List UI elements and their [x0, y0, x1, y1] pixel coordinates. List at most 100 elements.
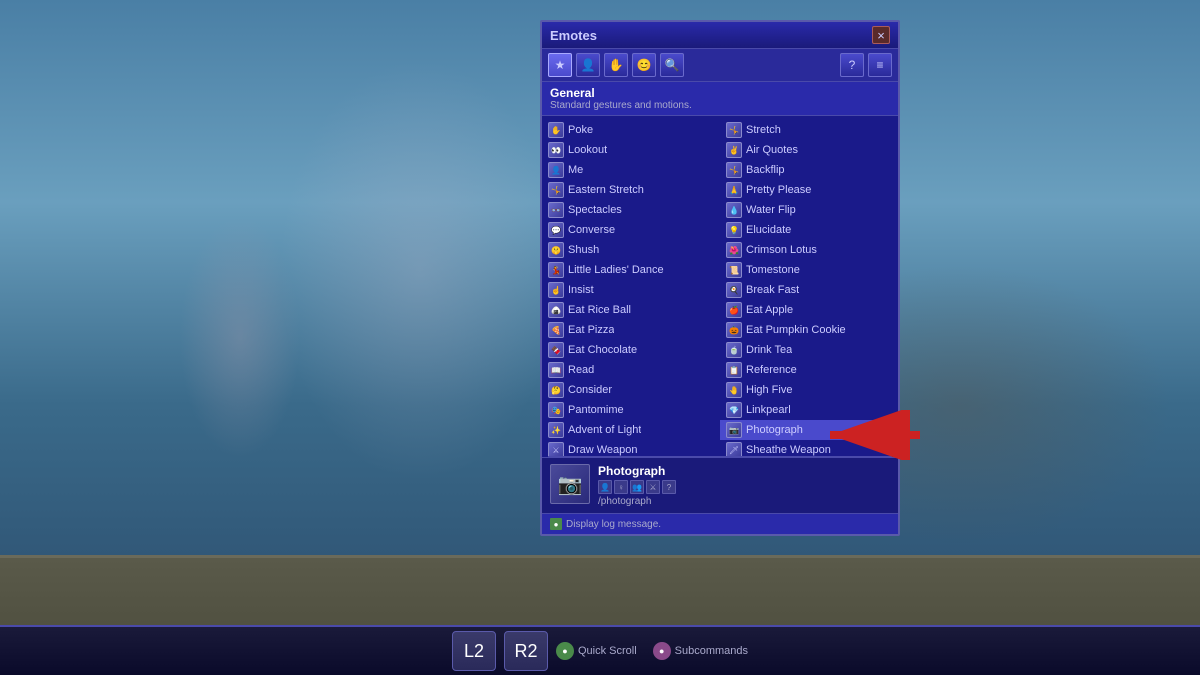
footer-icon: ● [550, 518, 562, 530]
emote-elucidate-icon: 💡 [726, 222, 742, 238]
emote-read-label: Read [568, 364, 594, 376]
emote-pretty-please[interactable]: 🙏 Pretty Please [720, 180, 898, 200]
emote-eat-rice-ball[interactable]: 🍙 Eat Rice Ball [542, 300, 720, 320]
emote-eat-apple-label: Eat Apple [746, 304, 793, 316]
emote-air-quotes-icon: ✌ [726, 142, 742, 158]
emote-insist[interactable]: ☝ Insist [542, 280, 720, 300]
toolbar-help[interactable]: ? [840, 53, 864, 77]
emote-backflip[interactable]: 🤸 Backflip [720, 160, 898, 180]
emote-water-flip[interactable]: 💧 Water Flip [720, 200, 898, 220]
emote-air-quotes[interactable]: ✌ Air Quotes [720, 140, 898, 160]
close-button[interactable]: × [872, 26, 890, 44]
emote-eat-apple-icon: 🍎 [726, 302, 742, 318]
emote-eat-chocolate[interactable]: 🍫 Eat Chocolate [542, 340, 720, 360]
titlebar: Emotes × [542, 22, 898, 49]
emote-converse-label: Converse [568, 224, 615, 236]
emote-little-ladies-dance-label: Little Ladies' Dance [568, 264, 664, 276]
detail-sub-icon-2: ♀ [614, 480, 628, 494]
emote-consider[interactable]: 🤔 Consider [542, 380, 720, 400]
taskbar-l2[interactable]: L2 [452, 631, 496, 671]
emote-eat-apple[interactable]: 🍎 Eat Apple [720, 300, 898, 320]
emote-tomestone[interactable]: 📜 Tomestone [720, 260, 898, 280]
emote-pantomime[interactable]: 🎭 Pantomime [542, 400, 720, 420]
emote-little-ladies-dance[interactable]: 💃 Little Ladies' Dance [542, 260, 720, 280]
toolbar-settings[interactable]: ≡ [868, 53, 892, 77]
emotes-list[interactable]: ✋ Poke 👀 Lookout 👤 Me 🤸 Eastern Stretch … [542, 116, 898, 456]
emotes-footer: ● Display log message. [542, 513, 898, 534]
emote-stretch[interactable]: 🤸 Stretch [720, 120, 898, 140]
emote-break-fast[interactable]: 🍳 Break Fast [720, 280, 898, 300]
detail-sub-icon-4: ⚔ [646, 480, 660, 494]
emotes-window: Emotes × ★ 👤 ✋ 😊 🔍 ? ≡ General Standard … [540, 20, 900, 536]
emote-me[interactable]: 👤 Me [542, 160, 720, 180]
emotes-left-column: ✋ Poke 👀 Lookout 👤 Me 🤸 Eastern Stretch … [542, 120, 720, 456]
emote-advent-of-light[interactable]: ✨ Advent of Light [542, 420, 720, 440]
emote-pretty-please-icon: 🙏 [726, 182, 742, 198]
emotes-columns: ✋ Poke 👀 Lookout 👤 Me 🤸 Eastern Stretch … [542, 120, 898, 456]
emote-backflip-label: Backflip [746, 164, 785, 176]
emote-shush[interactable]: 🤫 Shush [542, 240, 720, 260]
emote-reference-label: Reference [746, 364, 797, 376]
emote-eat-chocolate-icon: 🍫 [548, 342, 564, 358]
emote-tomestone-icon: 📜 [726, 262, 742, 278]
emote-read-icon: 📖 [548, 362, 564, 378]
subcommands-label: Subcommands [675, 645, 748, 657]
emote-converse[interactable]: 💬 Converse [542, 220, 720, 240]
emote-photograph[interactable]: 📷 Photograph [720, 420, 898, 440]
emote-photograph-label: Photograph [746, 424, 803, 436]
emote-draw-weapon[interactable]: ⚔ Draw Weapon [542, 440, 720, 456]
emote-elucidate-label: Elucidate [746, 224, 791, 236]
emote-reference-icon: 📋 [726, 362, 742, 378]
emote-little-ladies-dance-icon: 💃 [548, 262, 564, 278]
toolbar-gesture[interactable]: ✋ [604, 53, 628, 77]
emote-eat-rice-ball-icon: 🍙 [548, 302, 564, 318]
detail-panel: 📷 Photograph 👤 ♀ 👥 ⚔ ? /photograph [542, 457, 898, 513]
emote-drink-tea[interactable]: 🍵 Drink Tea [720, 340, 898, 360]
detail-icons-row: 👤 ♀ 👥 ⚔ ? [598, 480, 890, 494]
toolbar-favorites[interactable]: ★ [548, 53, 572, 77]
emote-stretch-icon: 🤸 [726, 122, 742, 138]
taskbar-r2[interactable]: R2 [504, 631, 548, 671]
detail-emote-icon: 📷 [550, 464, 590, 504]
emote-eat-chocolate-label: Eat Chocolate [568, 344, 637, 356]
emote-eat-pumpkin-cookie[interactable]: 🎃 Eat Pumpkin Cookie [720, 320, 898, 340]
emote-spectacles[interactable]: 👓 Spectacles [542, 200, 720, 220]
emote-high-five-label: High Five [746, 384, 792, 396]
emote-elucidate[interactable]: 💡 Elucidate [720, 220, 898, 240]
emote-reference[interactable]: 📋 Reference [720, 360, 898, 380]
emote-drink-tea-icon: 🍵 [726, 342, 742, 358]
emote-draw-weapon-icon: ⚔ [548, 442, 564, 456]
emote-me-icon: 👤 [548, 162, 564, 178]
toolbar-emote[interactable]: 😊 [632, 53, 656, 77]
emote-stretch-label: Stretch [746, 124, 781, 136]
emote-sheathe-weapon[interactable]: 🗡 Sheathe Weapon [720, 440, 898, 456]
emote-consider-icon: 🤔 [548, 382, 564, 398]
toolbar-character[interactable]: 👤 [576, 53, 600, 77]
emote-water-flip-icon: 💧 [726, 202, 742, 218]
emote-eat-pumpkin-cookie-label: Eat Pumpkin Cookie [746, 324, 846, 336]
quick-scroll-icon: ● [556, 642, 574, 660]
emote-crimson-lotus[interactable]: 🌺 Crimson Lotus [720, 240, 898, 260]
footer-text: Display log message. [566, 519, 661, 530]
emote-shush-icon: 🤫 [548, 242, 564, 258]
emote-high-five[interactable]: 🤚 High Five [720, 380, 898, 400]
emote-linkpearl[interactable]: 💎 Linkpearl [720, 400, 898, 420]
emote-linkpearl-label: Linkpearl [746, 404, 791, 416]
emote-water-flip-label: Water Flip [746, 204, 796, 216]
emote-eat-pizza-label: Eat Pizza [568, 324, 614, 336]
emote-read[interactable]: 📖 Read [542, 360, 720, 380]
emote-eat-pumpkin-cookie-icon: 🎃 [726, 322, 742, 338]
emote-lookout-label: Lookout [568, 144, 607, 156]
taskbar-subcommands: ● Subcommands [653, 642, 748, 660]
emote-backflip-icon: 🤸 [726, 162, 742, 178]
emote-eastern-stretch[interactable]: 🤸 Eastern Stretch [542, 180, 720, 200]
emote-insist-label: Insist [568, 284, 594, 296]
emote-eat-pizza-icon: 🍕 [548, 322, 564, 338]
emote-eat-pizza[interactable]: 🍕 Eat Pizza [542, 320, 720, 340]
emote-poke[interactable]: ✋ Poke [542, 120, 720, 140]
emote-advent-of-light-icon: ✨ [548, 422, 564, 438]
toolbar-search[interactable]: 🔍 [660, 53, 684, 77]
emote-spectacles-icon: 👓 [548, 202, 564, 218]
emote-pantomime-label: Pantomime [568, 404, 624, 416]
emote-lookout[interactable]: 👀 Lookout [542, 140, 720, 160]
